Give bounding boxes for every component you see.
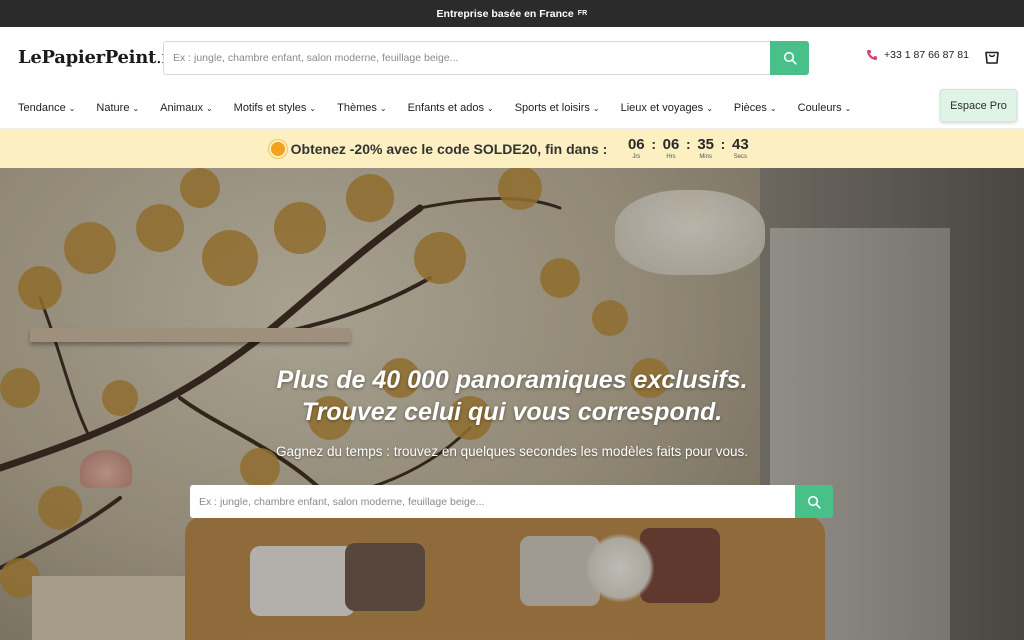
chevron-down-icon: ⌄: [132, 104, 140, 113]
hero-search-button[interactable]: [795, 485, 833, 518]
hero-title-line2: Trouvez celui qui vous correspond.: [301, 398, 723, 426]
chevron-down-icon: ⌄: [844, 104, 852, 113]
sun-icon: [270, 141, 285, 156]
hero-title: Plus de 40 000 panoramiques exclusifs. T…: [0, 364, 1024, 428]
espace-pro-button[interactable]: Espace Pro: [940, 89, 1017, 122]
nav-label: Pièces: [733, 101, 767, 114]
nav-label: Animaux: [160, 101, 203, 114]
countdown-label: Hrs: [666, 154, 676, 160]
chevron-down-icon: ⌄: [379, 104, 387, 113]
logo-main: LePapierPeint: [18, 46, 157, 68]
countdown-value: 35: [697, 136, 714, 153]
promo-message: Obtenez -20% avec le code SOLDE20, fin d…: [270, 140, 608, 157]
nav-item-themes[interactable]: Thèmes ⌄: [337, 102, 386, 114]
countdown-seconds: 43 Secs: [727, 136, 753, 161]
site-logo[interactable]: LePapierPeint.fr: [18, 46, 176, 68]
countdown-value: 06: [627, 136, 645, 153]
countdown-value: 06: [662, 136, 680, 153]
nav-item-motifs-styles[interactable]: Motifs et styles ⌄: [234, 102, 316, 114]
hero-search-input[interactable]: [190, 485, 795, 518]
nav-label: Motifs et styles: [233, 101, 307, 114]
chevron-down-icon: ⌄: [68, 104, 76, 113]
search-icon: [783, 51, 797, 65]
france-flag-icon: FR: [577, 10, 588, 17]
nav-label: Enfants et ados: [407, 101, 485, 114]
header-search-button[interactable]: [770, 41, 809, 75]
chevron-down-icon: ⌄: [487, 104, 494, 113]
nav-label: Sports et loisirs: [514, 101, 590, 114]
announcement-bar: Entreprise basée en France FR: [0, 0, 1024, 27]
search-icon: [807, 495, 821, 509]
nav-item-tendance[interactable]: Tendance ⌄: [18, 102, 75, 114]
countdown-label: Jrs: [632, 154, 641, 160]
chevron-down-icon: ⌄: [769, 104, 777, 113]
countdown-label: Secs: [733, 154, 747, 160]
phone-number: +33 1 87 66 87 81: [884, 49, 969, 61]
hero-search: [190, 485, 833, 518]
nav-item-animaux[interactable]: Animaux ⌄: [160, 102, 213, 114]
promo-countdown: 06 Jrs : 06 Hrs : 35 Mins : 43 Secs: [623, 136, 753, 161]
countdown-value: 43: [731, 136, 749, 153]
shopping-bag-icon: [985, 51, 999, 64]
chevron-down-icon: ⌄: [309, 104, 317, 113]
nav-item-couleurs[interactable]: Couleurs ⌄: [798, 102, 852, 114]
cart-button[interactable]: [983, 47, 1001, 70]
countdown-separator: :: [720, 136, 726, 152]
nav-label: Lieux et voyages: [620, 101, 704, 114]
phone-contact[interactable]: +33 1 87 66 87 81: [866, 49, 969, 61]
countdown-separator: :: [651, 136, 656, 152]
site-header: LePapierPeint.fr +33 1 87 66 87 81: [0, 27, 1024, 87]
phone-icon: [867, 50, 877, 60]
nav-item-lieux-voyages[interactable]: Lieux et voyages ⌄: [621, 102, 713, 114]
countdown-separator: :: [685, 136, 691, 152]
header-search-input[interactable]: [163, 41, 770, 75]
announcement-text: Entreprise basée en France: [436, 7, 574, 20]
main-navigation: Tendance ⌄ Nature ⌄ Animaux ⌄ Motifs et sty…: [0, 87, 1024, 129]
chevron-down-icon: ⌄: [205, 104, 213, 113]
countdown-label: Mins: [699, 154, 712, 160]
nav-label: Thèmes: [337, 101, 377, 114]
countdown-hours: 06 Hrs: [658, 136, 684, 161]
header-search: [163, 41, 809, 75]
nav-label: Couleurs: [797, 101, 842, 114]
promo-text: Obtenez -20% avec le code SOLDE20, fin d…: [290, 140, 608, 157]
chevron-down-icon: ⌄: [592, 104, 600, 113]
countdown-minutes: 35 Mins: [693, 136, 719, 161]
nav-item-sports-loisirs[interactable]: Sports et loisirs ⌄: [515, 102, 600, 114]
hero-banner: Plus de 40 000 panoramiques exclusifs. T…: [0, 168, 1024, 640]
countdown-days: 06 Jrs: [623, 136, 649, 161]
promo-banner: Obtenez -20% avec le code SOLDE20, fin d…: [0, 129, 1024, 168]
nav-item-enfants-ados[interactable]: Enfants et ados ⌄: [408, 102, 494, 114]
nav-item-nature[interactable]: Nature ⌄: [96, 102, 139, 114]
chevron-down-icon: ⌄: [706, 104, 713, 113]
hero-title-line1: Plus de 40 000 panoramiques exclusifs.: [276, 366, 748, 394]
nav-label: Tendance: [18, 101, 66, 114]
nav-label: Nature: [96, 101, 130, 114]
hero-subtitle: Gagnez du temps : trouvez en quelques se…: [275, 444, 749, 459]
nav-item-pieces[interactable]: Pièces ⌄: [734, 102, 777, 114]
